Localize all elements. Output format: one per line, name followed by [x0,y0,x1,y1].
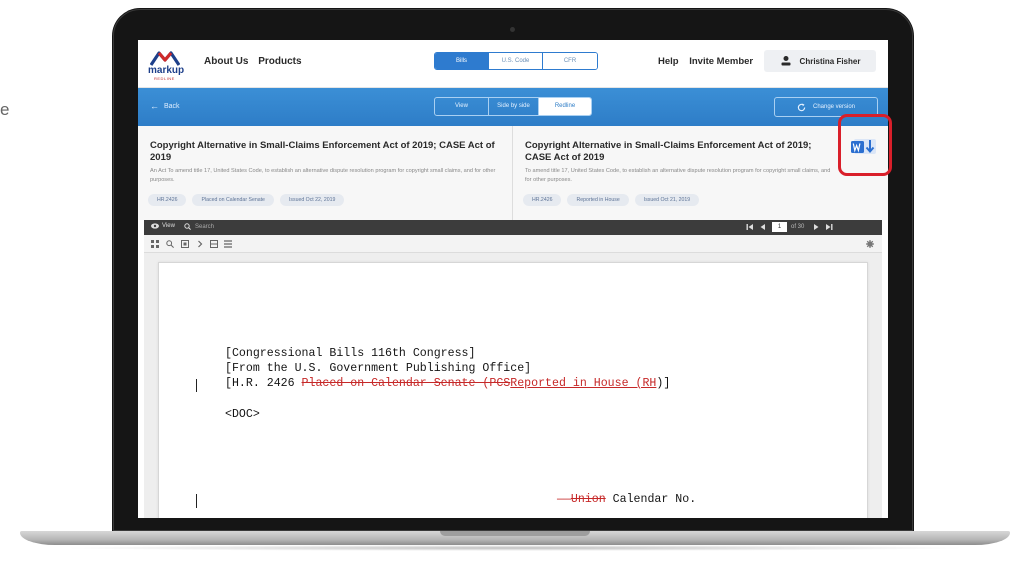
logo-subtitle: REDLINE [154,76,175,81]
left-document-info: Copyright Alternative in Small-Claims En… [138,126,513,220]
last-page-icon[interactable] [825,223,833,231]
tag-issued-date: Issued Oct 21, 2019 [634,194,700,206]
markup-logo[interactable]: markup REDLINE [148,50,185,82]
document-viewer[interactable]: [Congressional Bills 116th Congress] [Fr… [144,253,882,518]
page-total: of 30 [791,224,805,230]
back-button[interactable]: ← Back [150,101,180,111]
document-line-source: [From the U.S. Government Publishing Off… [225,362,532,375]
tag-issued-date: Issued Oct 22, 2019 [279,194,345,206]
secondary-nav: Help Invite Member [658,56,761,67]
logo-wordmark: markup [148,65,185,76]
tab-us-code[interactable]: U.S. Code [489,53,543,69]
deleted-text: Union [570,493,606,506]
page-layout-icon[interactable] [210,240,218,248]
gear-icon[interactable] [866,240,874,248]
app-header: markup REDLINE About Us Products Bills U… [138,40,888,88]
logo-mark-icon [150,51,180,66]
left-document-description: An Act To amend title 17, United States … [150,168,496,183]
nav-invite-member[interactable]: Invite Member [689,56,753,67]
tag-status: Placed on Calendar Senate [192,194,274,206]
change-version-label: Change version [812,104,856,110]
tab-view[interactable]: View [435,98,489,115]
chevron-right-icon[interactable] [196,240,204,248]
view-mode-tabs: View Side by side Redline [434,97,592,116]
zoom-icon[interactable] [166,240,174,248]
nav-about-us[interactable]: About Us [204,56,248,67]
document-type-tabs: Bills U.S. Code CFR [434,52,598,70]
nav-products[interactable]: Products [258,56,301,67]
page-navigator: 1 of 30 [746,222,838,232]
search-label: Search [195,223,215,230]
bill-prefix: [H.R. 2426 [225,377,302,390]
cropped-text-fragment: e [0,100,10,119]
view-toggle[interactable]: View [151,223,175,229]
laptop-shadow [60,545,970,551]
deleted-text: Placed on Calendar Senate (PCS [301,377,511,390]
inserted-text: Reported in House (RH [510,377,657,390]
user-name: Christina Fisher [799,56,861,66]
document-page: [Congressional Bills 116th Congress] [Fr… [158,262,868,518]
compare-toolbar: ← Back View Side by side Redline Change … [138,88,888,126]
tab-redline[interactable]: Redline [539,98,591,115]
tag-bill-number: HR.2426 [148,194,187,206]
laptop-camera [510,27,515,32]
next-page-icon[interactable] [812,223,820,231]
document-line-doc-tag: <DOC> [225,408,260,421]
user-menu-button[interactable]: Christina Fisher [764,50,876,72]
user-icon [781,56,791,66]
right-document-tags: HR.2426 Reported in House Issued Oct 21,… [523,194,705,206]
back-label: Back [164,102,180,110]
refresh-icon [797,103,806,111]
right-document-description: To amend title 17, United States Code, t… [525,168,831,183]
tab-bills[interactable]: Bills [435,53,489,69]
document-line-calendar: ——Union Calendar No. [557,493,697,506]
laptop-screen: markup REDLINE About Us Products Bills U… [138,40,888,518]
search-icon [184,223,191,230]
left-document-title: Copyright Alternative in Small-Claims En… [150,140,495,163]
previous-page-icon[interactable] [759,223,767,231]
tag-bill-number: HR.2426 [523,194,562,206]
first-page-icon[interactable] [746,223,754,231]
tab-cfr[interactable]: CFR [543,53,597,69]
change-bar [196,379,197,392]
main-nav: About Us Products [204,56,309,67]
nav-help[interactable]: Help [658,56,679,67]
fit-page-icon[interactable] [181,240,189,248]
left-document-tags: HR.2426 Placed on Calendar Senate Issued… [148,194,350,206]
view-label: View [162,223,175,229]
tab-side-by-side[interactable]: Side by side [489,98,539,115]
bill-suffix: )] [656,377,671,390]
download-highlight-callout [838,114,892,176]
document-line-bill: [H.R. 2426 Placed on Calendar Senate (PC… [225,377,670,390]
page-number-input[interactable]: 1 [772,222,787,232]
viewer-search[interactable]: Search [184,223,214,230]
thumbnails-icon[interactable] [151,240,159,248]
viewer-tools [144,235,882,253]
change-bar [196,494,197,508]
arrow-left-icon: ← [150,101,159,111]
eye-icon [151,223,159,229]
tag-status: Reported in House [567,194,629,206]
document-line-header: [Congressional Bills 116th Congress] [225,347,476,360]
right-document-title: Copyright Alternative in Small-Claims En… [525,140,812,163]
laptop-base [20,531,1010,545]
list-icon[interactable] [224,240,232,248]
right-document-info: Copyright Alternative in Small-Claims En… [513,126,888,220]
calendar-text: Calendar No. [605,493,697,506]
viewer-toolbar: View Search 1 of 30 [144,220,882,235]
